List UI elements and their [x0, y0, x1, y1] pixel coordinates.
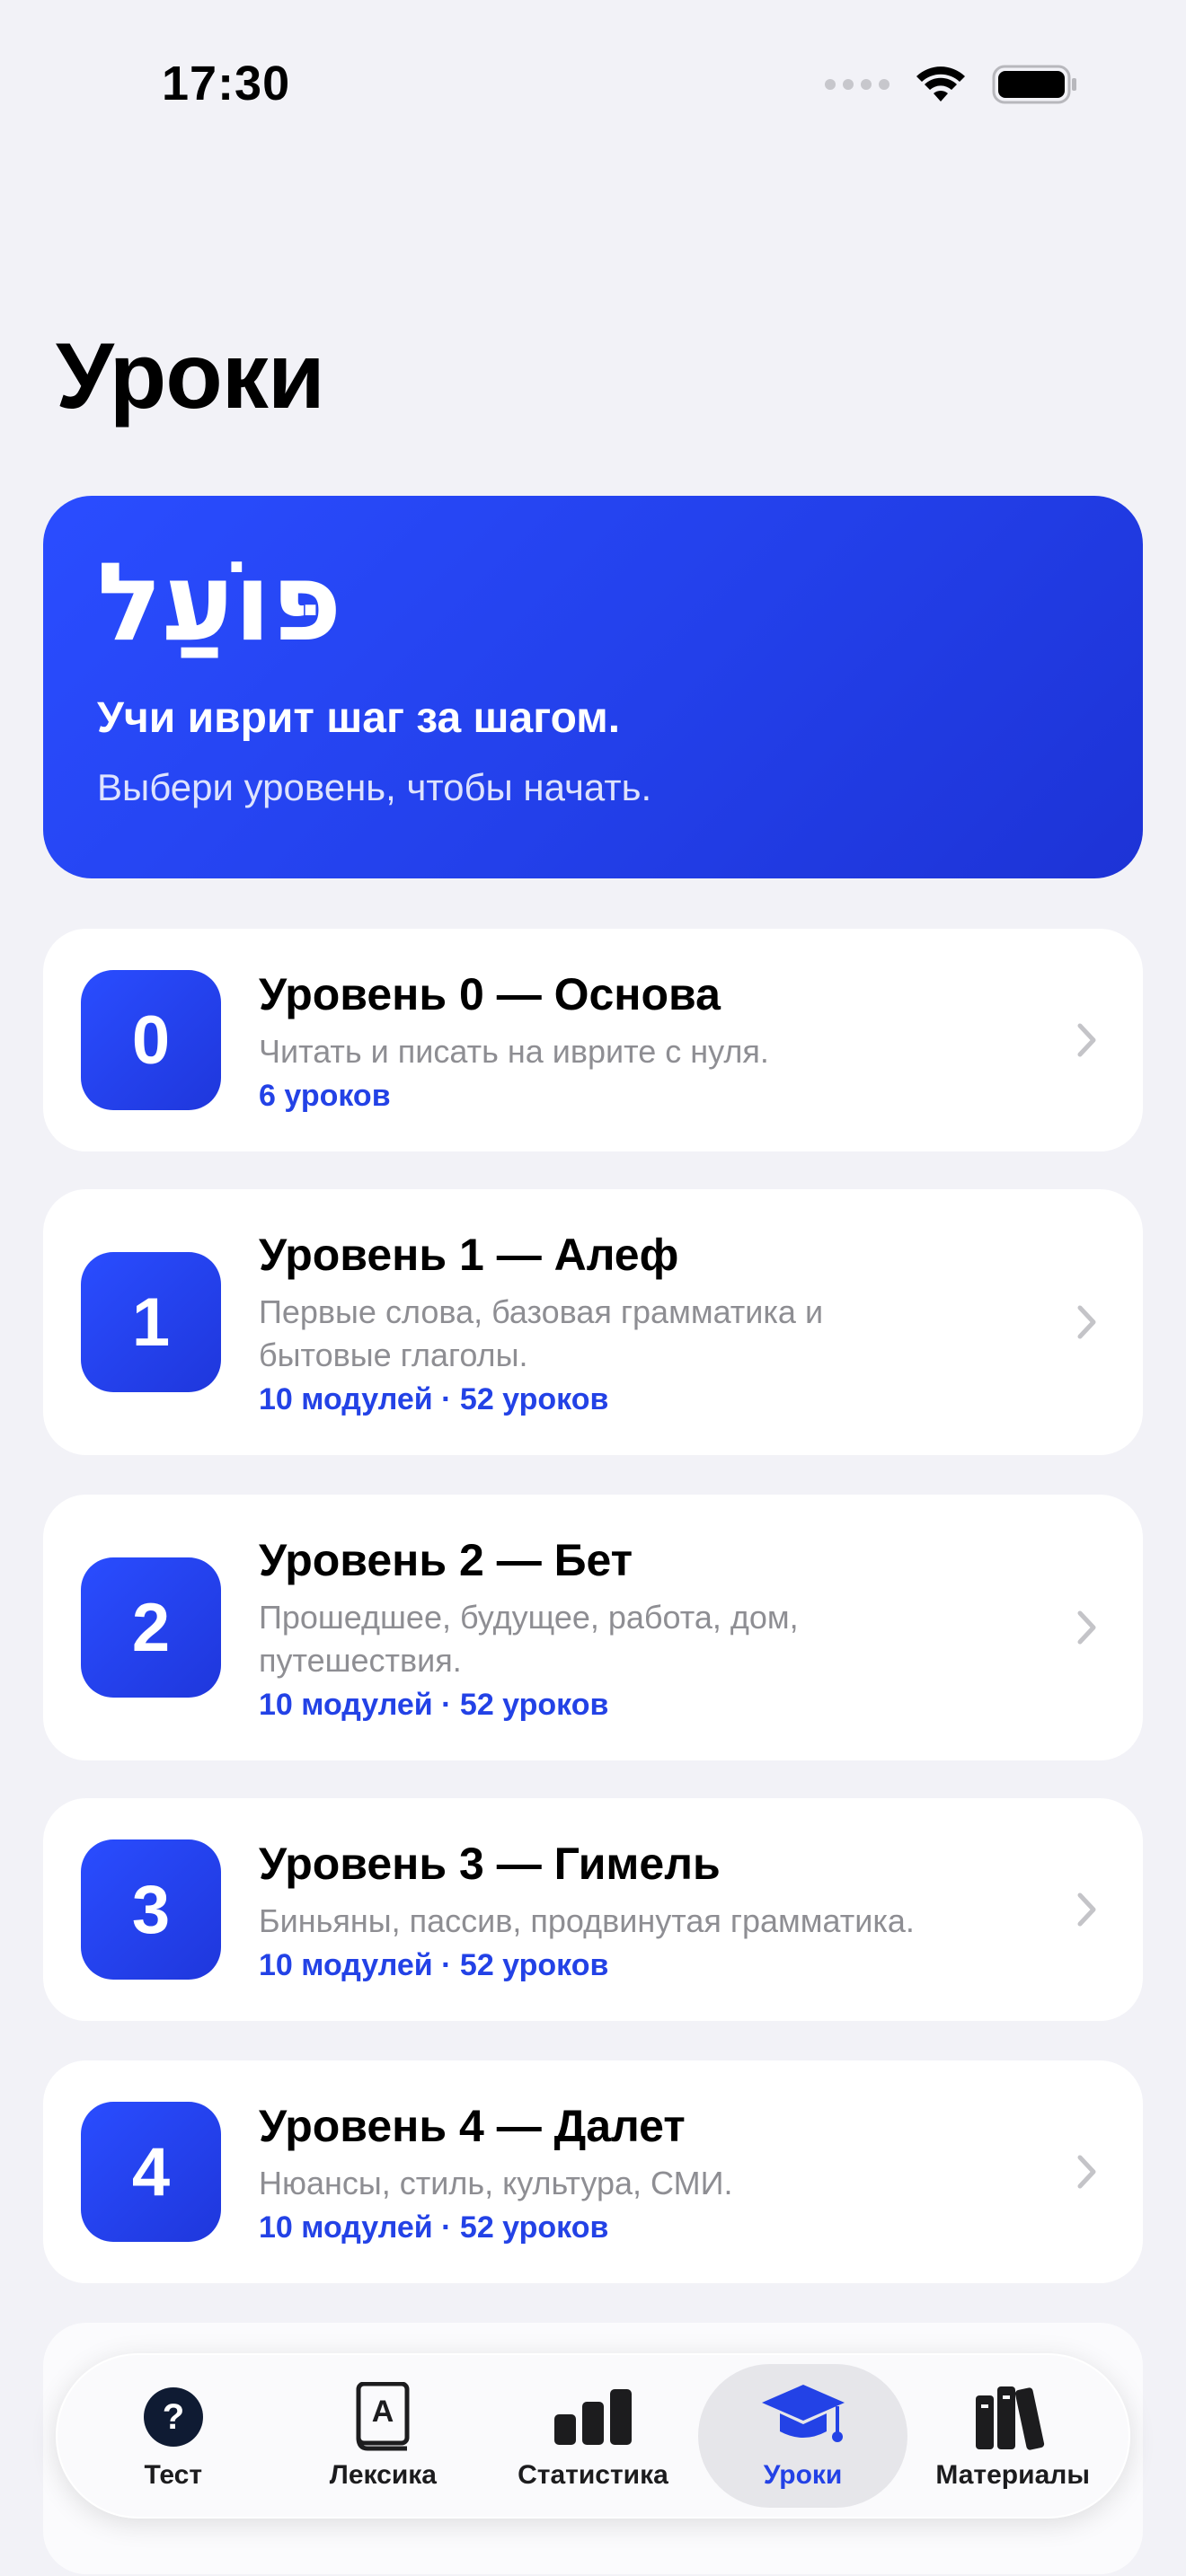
battery-icon	[992, 65, 1076, 104]
level-info: Уровень 1 — Алеф Первые слова, базовая г…	[259, 1228, 1069, 1417]
level-badge: 0	[81, 970, 221, 1110]
graduation-cap-icon	[760, 2381, 846, 2453]
tab-test[interactable]: ? Тест	[68, 2364, 279, 2508]
level-description: Прошедшее, будущее, работа, дом, путешес…	[259, 1598, 799, 1679]
level-meta: 6 уроков	[259, 1078, 391, 1113]
hero-subtitle: Выбери уровень, чтобы начать.	[97, 766, 652, 808]
svg-text:?: ?	[163, 2397, 184, 2437]
level-title: Уровень 2 — Бет	[259, 1534, 633, 1585]
level-card-4[interactable]: 4 Уровень 4 — Далет Нюансы, стиль, культ…	[43, 2060, 1143, 2283]
bar-chart-icon	[553, 2381, 633, 2453]
level-description: Читать и писать на иврите с нуля.	[259, 1032, 769, 1070]
cellular-dots-icon	[825, 79, 890, 90]
chevron-right-icon	[1069, 1022, 1105, 1058]
tab-bar: ? Тест A Лексика Статистика Уроки Матери…	[56, 2353, 1130, 2519]
level-info: Уровень 2 — Бет Прошедшее, будущее, рабо…	[259, 1533, 1069, 1723]
tab-materials[interactable]: Материалы	[907, 2364, 1118, 2508]
status-icons	[825, 65, 1078, 104]
level-description: Биньяны, пассив, продвинутая грамматика.	[259, 1901, 915, 1939]
hero-banner: פּוֹעַל Учи иврит шаг за шагом. Выбери у…	[43, 496, 1143, 878]
level-info: Уровень 4 — Далет Нюансы, стиль, культур…	[259, 2099, 1069, 2245]
level-meta: 10 модулей · 52 уроков	[259, 1947, 609, 1982]
tab-label: Статистика	[518, 2460, 668, 2490]
level-description: Нюансы, стиль, культура, СМИ.	[259, 2164, 733, 2201]
chevron-right-icon	[1069, 1892, 1105, 1928]
level-title: Уровень 1 — Алеф	[259, 1229, 679, 1280]
svg-text:A: A	[372, 2395, 394, 2429]
level-meta: 10 модулей · 52 уроков	[259, 1687, 609, 1722]
level-badge: 3	[81, 1839, 221, 1980]
chevron-right-icon	[1069, 2154, 1105, 2190]
tab-label: Материалы	[935, 2460, 1090, 2490]
chevron-right-icon	[1069, 1304, 1105, 1340]
level-description: Первые слова, базовая грамматика и бытов…	[259, 1292, 824, 1373]
level-title: Уровень 0 — Основа	[259, 968, 721, 1019]
dictionary-icon: A	[355, 2381, 411, 2453]
level-card-2[interactable]: 2 Уровень 2 — Бет Прошедшее, будущее, ра…	[43, 1495, 1143, 1760]
hero-tagline: Учи иврит шаг за шагом.	[97, 694, 621, 742]
wifi-icon	[916, 66, 965, 101]
level-title: Уровень 4 — Далет	[259, 2100, 686, 2151]
status-time: 17:30	[162, 57, 291, 110]
question-circle-icon: ?	[142, 2381, 205, 2453]
app-logo: פּוֹעַל	[97, 541, 342, 666]
level-card-0[interactable]: 0 Уровень 0 — Основа Читать и писать на …	[43, 929, 1143, 1151]
tab-statistics[interactable]: Статистика	[488, 2364, 698, 2508]
tab-vocabulary[interactable]: A Лексика	[279, 2364, 489, 2508]
chevron-right-icon	[1069, 1610, 1105, 1645]
level-badge: 4	[81, 2102, 221, 2242]
tab-label: Лексика	[329, 2460, 437, 2490]
level-meta: 10 модулей · 52 уроков	[259, 2210, 609, 2245]
level-card-1[interactable]: 1 Уровень 1 — Алеф Первые слова, базовая…	[43, 1189, 1143, 1455]
level-title: Уровень 3 — Гимель	[259, 1838, 721, 1889]
tab-label: Уроки	[763, 2460, 843, 2490]
level-badge: 2	[81, 1557, 221, 1698]
lessons-screen: 17:30 Уроки פּוֹעַל Учи иврит шаг за шаг…	[0, 0, 1186, 2576]
books-icon	[974, 2381, 1051, 2453]
level-badge: 1	[81, 1252, 221, 1392]
page-title: Уроки	[56, 324, 325, 428]
tab-label: Тест	[144, 2460, 203, 2490]
tab-lessons[interactable]: Уроки	[697, 2364, 908, 2508]
level-meta: 10 модулей · 52 уроков	[259, 1381, 609, 1416]
level-info: Уровень 0 — Основа Читать и писать на ив…	[259, 967, 1069, 1114]
level-info: Уровень 3 — Гимель Биньяны, пассив, прод…	[259, 1837, 1069, 1983]
level-card-3[interactable]: 3 Уровень 3 — Гимель Биньяны, пассив, пр…	[43, 1798, 1143, 2021]
